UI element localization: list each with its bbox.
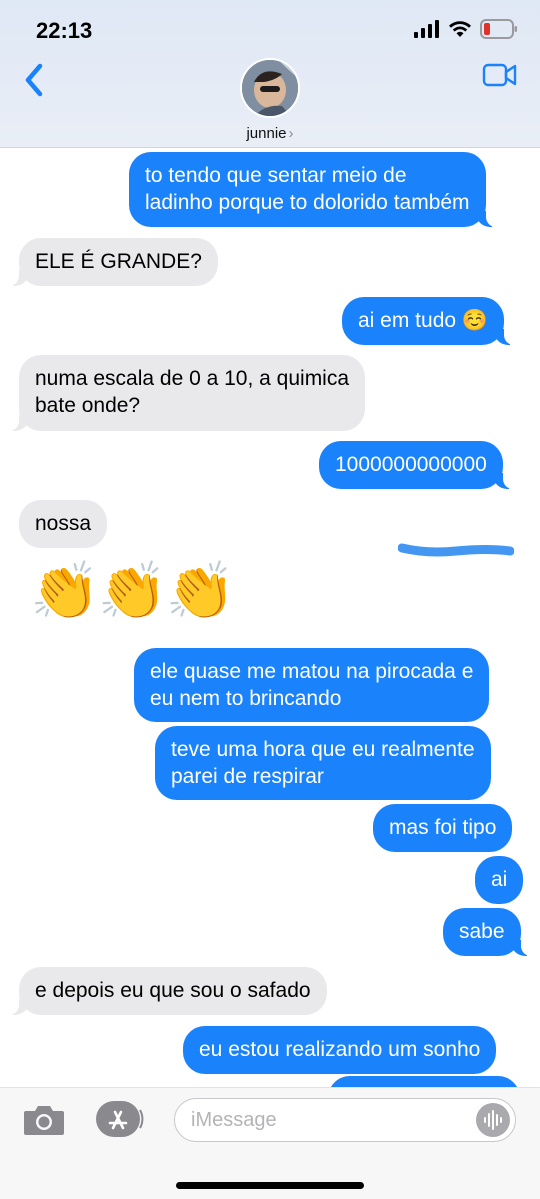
compose-bar xyxy=(0,1087,540,1199)
camera-icon[interactable] xyxy=(22,1102,66,1138)
contact-name-label: junnie xyxy=(246,125,287,142)
message-line: ele quase me matou na pirocada e xyxy=(150,660,474,683)
cellular-signal-icon xyxy=(414,20,439,38)
imessage-input[interactable] xyxy=(174,1098,516,1142)
status-icons xyxy=(414,18,518,40)
avatar-photo xyxy=(242,60,298,116)
message-bubble-outgoing[interactable]: 1000000000000 xyxy=(319,441,515,489)
message-line: to tendo que sentar meio de xyxy=(145,164,407,187)
message-line: 1000000000000 xyxy=(335,453,487,476)
chevron-right-icon: › xyxy=(288,125,294,142)
message-line: ai em tudo ☺️ xyxy=(358,309,489,332)
scribble-redaction xyxy=(398,543,514,557)
message-bubble-outgoing[interactable]: teve uma hora que eu realmente parei de … xyxy=(155,726,491,800)
message-bubble-incoming[interactable]: nossa xyxy=(19,500,108,548)
conversation-header: 22:13 junnie › xyxy=(0,0,540,148)
message-line: sabe xyxy=(459,920,505,943)
message-bubble-outgoing[interactable]: to tendo que sentar meio de ladinho porq… xyxy=(129,152,498,227)
message-bubble-outgoing[interactable]: eu estou realizando um sonho xyxy=(183,1026,497,1074)
message-line: eu estou realizando um sonho xyxy=(199,1038,481,1061)
message-bubble-outgoing[interactable]: ai xyxy=(475,856,524,904)
message-bubble-outgoing[interactable]: ai em tudo ☺️ xyxy=(342,297,517,345)
message-bubble-incoming[interactable]: e depois eu que sou o safado xyxy=(7,967,327,1015)
status-time: 22:13 xyxy=(36,18,93,43)
message-line: numa escala de 0 a 10, a quimica xyxy=(35,367,350,390)
clapping-hands-emoji[interactable]: 👏👏👏 xyxy=(30,556,235,626)
message-line: nossa xyxy=(35,512,92,535)
battery-low-icon xyxy=(480,19,517,39)
message-bubble-incoming[interactable]: ELE É GRANDE? xyxy=(7,238,218,286)
video-camera-icon[interactable] xyxy=(482,62,518,88)
message-line: ai xyxy=(491,868,508,891)
message-line: e depois eu que sou o safado xyxy=(35,979,311,1002)
audio-waveform-icon[interactable] xyxy=(476,1103,510,1137)
message-line: bate onde? xyxy=(35,394,141,417)
message-line: mas foi tipo xyxy=(389,816,497,839)
message-line: ladinho porque to dolorido também xyxy=(145,191,470,214)
message-bubble-outgoing[interactable]: mas foi tipo xyxy=(373,804,513,852)
contact-name[interactable]: junnie › xyxy=(0,125,540,142)
message-line: parei de respirar xyxy=(171,765,324,788)
wifi-icon xyxy=(449,21,471,37)
message-bubble-outgoing[interactable]: sabe xyxy=(443,908,533,956)
contact-avatar[interactable] xyxy=(240,58,300,118)
message-line: teve uma hora que eu realmente xyxy=(171,738,475,761)
message-line: ELE É GRANDE? xyxy=(35,250,202,273)
home-indicator[interactable] xyxy=(176,1182,364,1189)
message-line: eu nem to brincando xyxy=(150,687,342,710)
app-store-icon[interactable] xyxy=(96,1100,144,1138)
message-bubble-incoming[interactable]: numa escala de 0 a 10, a quimica bate on… xyxy=(6,355,366,431)
chevron-left-icon[interactable] xyxy=(18,60,52,100)
message-bubble-outgoing[interactable]: ele quase me matou na pirocada e eu nem … xyxy=(134,648,490,722)
waveform-bars xyxy=(484,1110,502,1130)
